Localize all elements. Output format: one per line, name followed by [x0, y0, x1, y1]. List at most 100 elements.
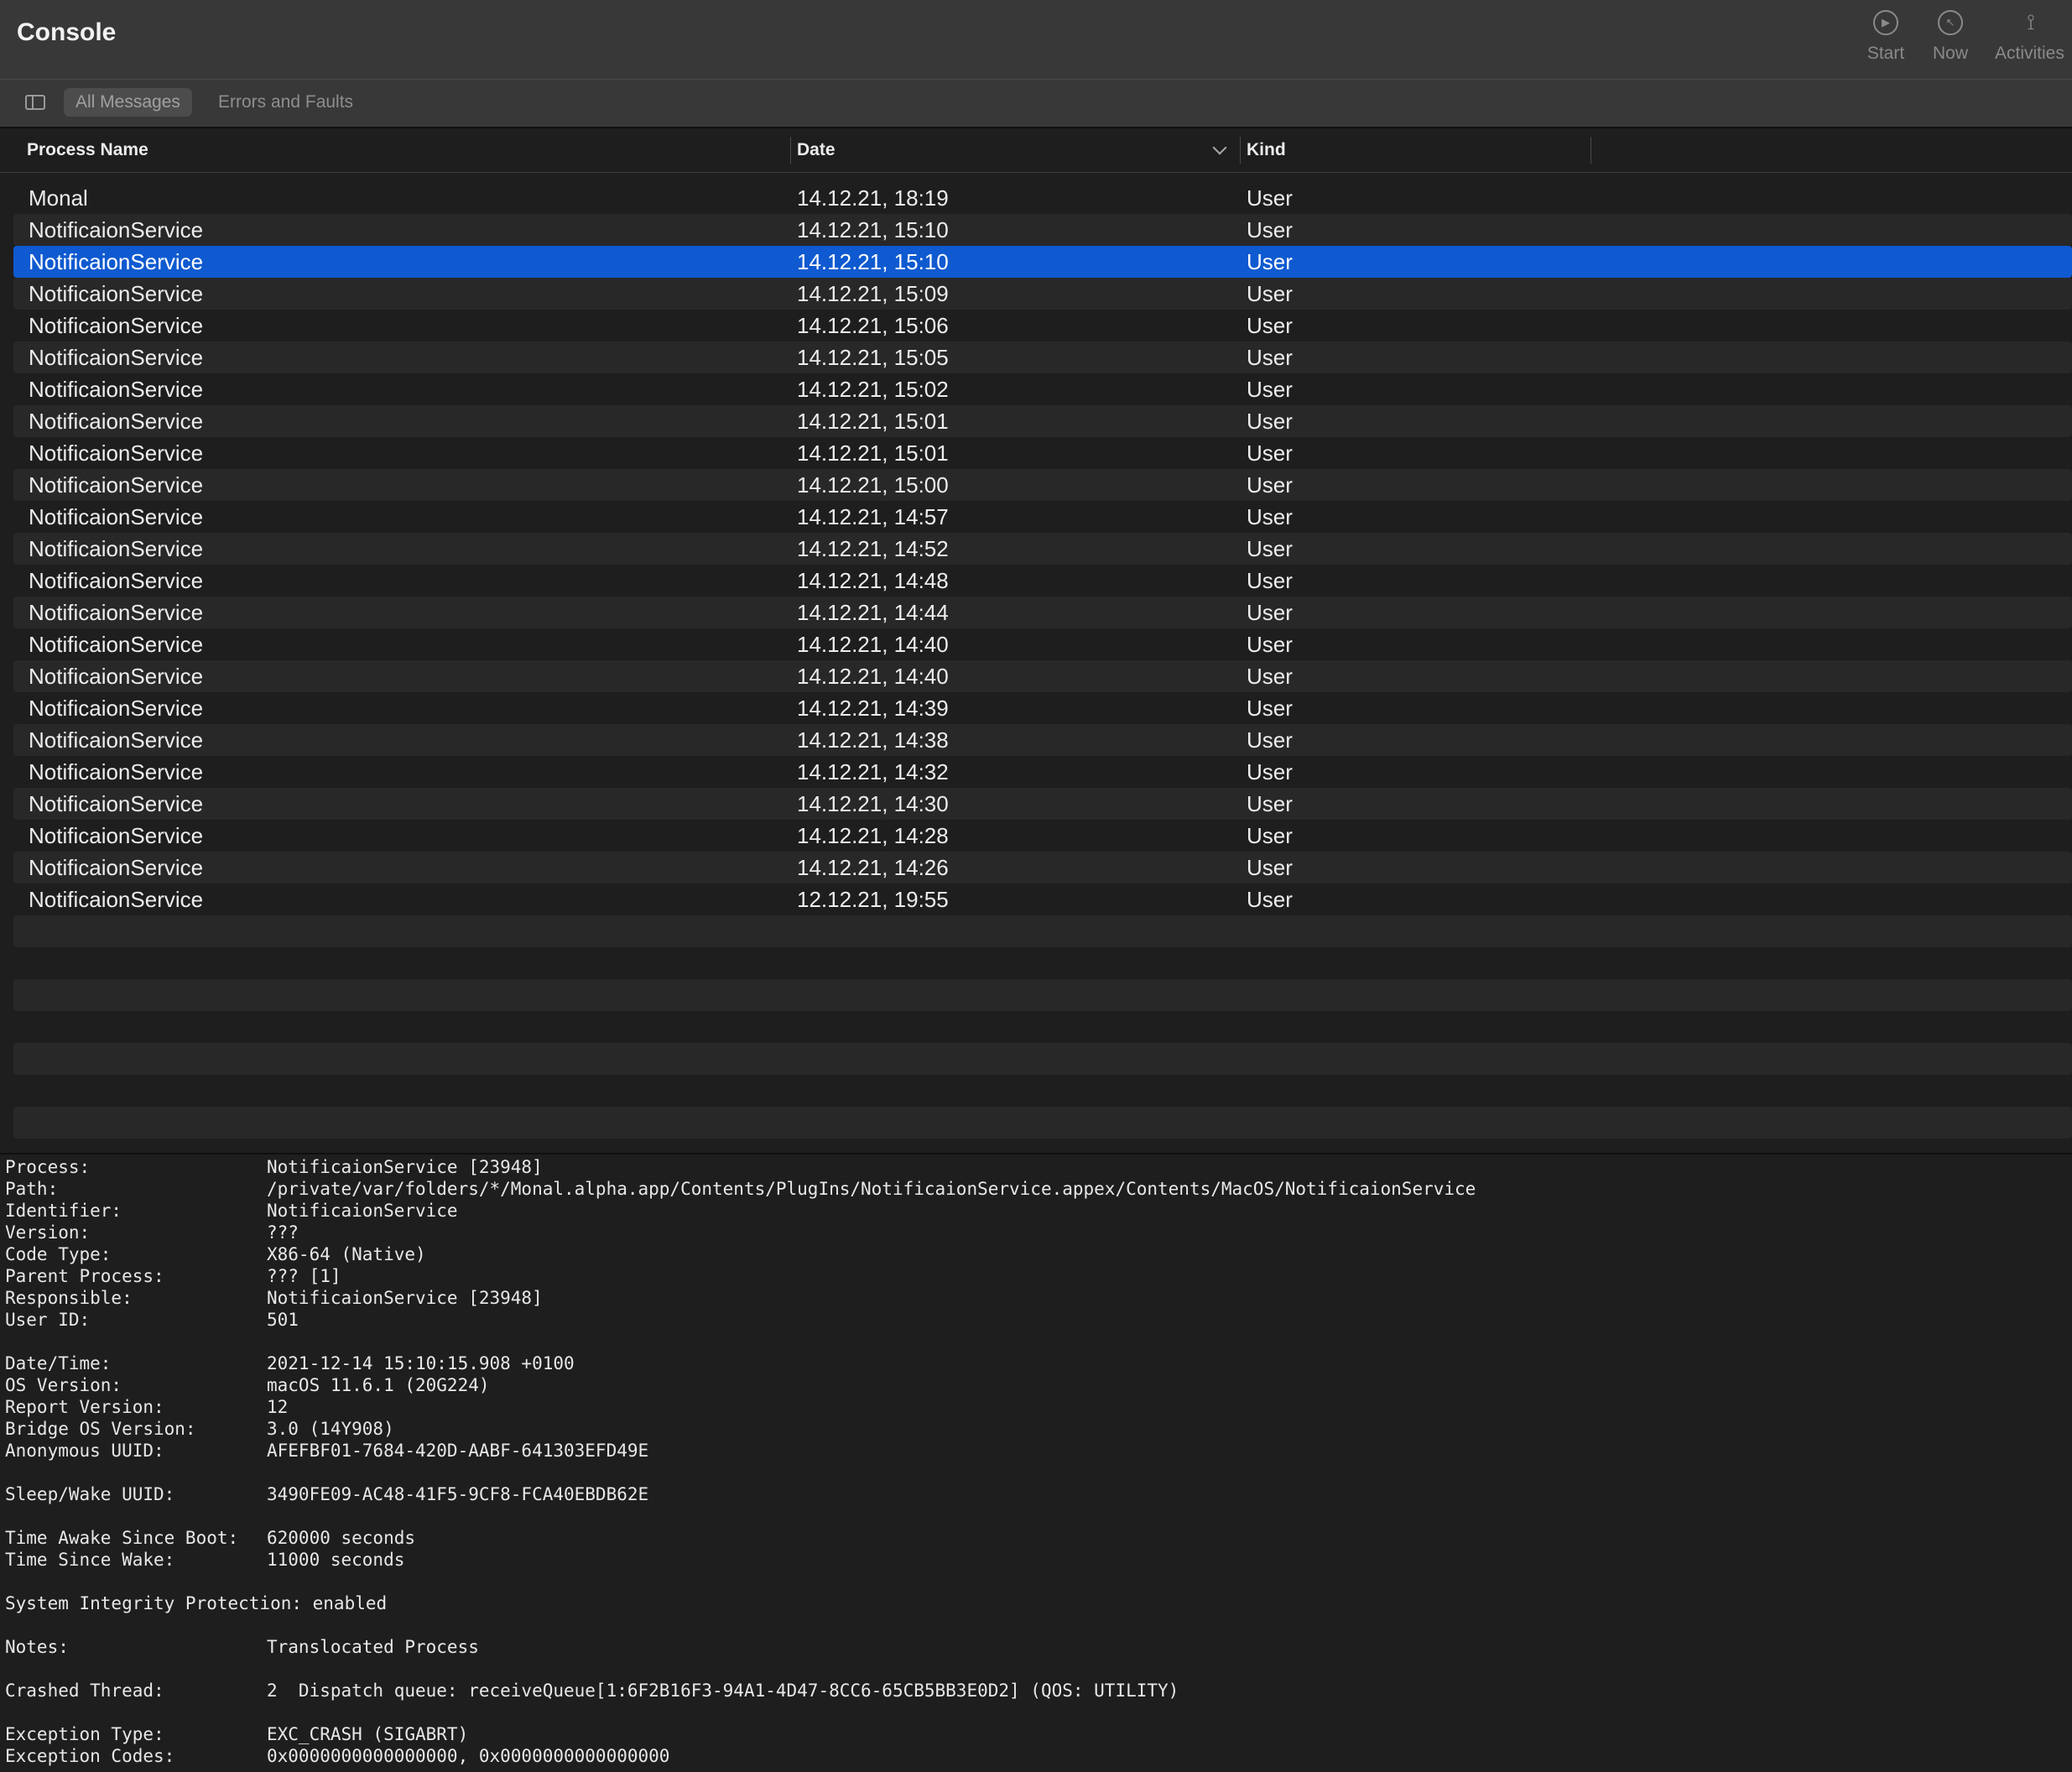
- detail-value: /private/var/folders/*/Monal.alpha.app/C…: [267, 1179, 1476, 1199]
- table-row[interactable]: NotificaionService 14.12.21, 14:32 User: [13, 756, 2072, 788]
- now-button[interactable]: ↖ Now: [1904, 10, 1997, 77]
- activities-button[interactable]: ⟟ Activities: [1988, 9, 2072, 77]
- detail-key: Anonymous UUID:: [5, 1441, 164, 1461]
- detail-key: Sleep/Wake UUID:: [5, 1484, 175, 1504]
- kind-cell: User: [1247, 727, 1293, 753]
- table-row[interactable]: NotificaionService 14.12.21, 15:10 User: [13, 246, 2072, 278]
- date-cell: 14.12.21, 15:10: [797, 217, 949, 242]
- table-row[interactable]: NotificaionService 14.12.21, 14:28 User: [13, 820, 2072, 852]
- table-row[interactable]: NotificaionService 14.12.21, 14:26 User: [13, 852, 2072, 883]
- column-date[interactable]: Date: [797, 128, 836, 172]
- detail-line: System Integrity Protection: enabled: [5, 1592, 2069, 1614]
- tab-all-messages[interactable]: All Messages: [64, 88, 192, 117]
- date-cell: 14.12.21, 14:40: [797, 632, 949, 657]
- table-row[interactable]: Monal 14.12.21, 18:19 User: [13, 182, 2072, 214]
- process-name-cell: NotificaionService: [29, 440, 204, 466]
- detail-key: Parent Process:: [5, 1266, 164, 1286]
- date-cell: 14.12.21, 14:52: [797, 536, 949, 561]
- table-row[interactable]: NotificaionService 14.12.21, 15:06 User: [13, 310, 2072, 341]
- table-row[interactable]: NotificaionService 14.12.21, 15:01 User: [13, 437, 2072, 469]
- table-row[interactable]: NotificaionService 14.12.21, 14:48 User: [13, 565, 2072, 597]
- detail-line: Sleep/Wake UUID: 3490FE09-AC48-41F5-9CF8-…: [5, 1483, 2069, 1505]
- column-divider[interactable]: [1590, 137, 1591, 164]
- table-row[interactable]: NotificaionService 14.12.21, 14:57 User: [13, 501, 2072, 533]
- kind-cell: User: [1247, 377, 1293, 402]
- table-row[interactable]: NotificaionService 14.12.21, 14:30 User: [13, 788, 2072, 820]
- process-name-cell: NotificaionService: [29, 727, 204, 753]
- detail-value: ??? [1]: [267, 1266, 341, 1286]
- date-cell: 14.12.21, 15:02: [797, 377, 949, 402]
- window-title: Console: [17, 18, 117, 46]
- date-cell: 14.12.21, 15:05: [797, 345, 949, 370]
- process-name-cell: NotificaionService: [29, 600, 204, 625]
- column-divider[interactable]: [1240, 137, 1241, 164]
- detail-value: 2 Dispatch queue: receiveQueue[1:6F2B16F…: [267, 1681, 1179, 1701]
- kind-cell: User: [1247, 568, 1293, 593]
- empty-row: [13, 915, 2072, 947]
- column-divider[interactable]: [790, 137, 791, 164]
- column-kind[interactable]: Kind: [1247, 128, 1286, 172]
- detail-key: Exception Type:: [5, 1724, 164, 1744]
- detail-value: NotificaionService: [267, 1201, 458, 1221]
- detail-line: Time Awake Since Boot: 620000 seconds: [5, 1527, 2069, 1549]
- process-name-cell: NotificaionService: [29, 504, 204, 529]
- table-row[interactable]: NotificaionService 14.12.21, 14:44 User: [13, 597, 2072, 628]
- toolbar: Console ▶ Start ↖ Now ⟟ Activities: [0, 0, 2072, 80]
- detail-value: X86-64 (Native): [267, 1244, 426, 1264]
- detail-value: 0x0000000000000000, 0x0000000000000000: [267, 1746, 670, 1766]
- detail-key: Bridge OS Version:: [5, 1419, 196, 1439]
- column-process-name[interactable]: Process Name: [27, 128, 148, 172]
- sort-chevron-icon[interactable]: [1212, 140, 1227, 155]
- detail-key: Version:: [5, 1222, 91, 1243]
- detail-key: Exception Codes:: [5, 1746, 175, 1766]
- kind-cell: User: [1247, 281, 1293, 306]
- process-name-cell: NotificaionService: [29, 568, 204, 593]
- sidebar-toggle-icon[interactable]: [25, 95, 45, 110]
- table-row[interactable]: NotificaionService 14.12.21, 14:40 User: [13, 660, 2072, 692]
- detail-key: Responsible:: [5, 1288, 133, 1308]
- process-name-cell: NotificaionService: [29, 409, 204, 434]
- detail-value: 11000 seconds: [267, 1550, 405, 1570]
- table-row[interactable]: NotificaionService 12.12.21, 19:55 User: [13, 883, 2072, 915]
- date-cell: 14.12.21, 15:00: [797, 472, 949, 498]
- process-name-cell: NotificaionService: [29, 664, 204, 689]
- detail-line: Responsible: NotificaionService [23948]: [5, 1287, 2069, 1309]
- table-row[interactable]: NotificaionService 14.12.21, 15:10 User: [13, 214, 2072, 246]
- empty-row: [13, 1043, 2072, 1075]
- table-row[interactable]: NotificaionService 14.12.21, 15:01 User: [13, 405, 2072, 437]
- detail-key: User ID:: [5, 1310, 91, 1330]
- tab-errors-and-faults[interactable]: Errors and Faults: [206, 88, 365, 117]
- detail-key: Crashed Thread:: [5, 1681, 164, 1701]
- detail-line: Code Type: X86-64 (Native): [5, 1243, 2069, 1265]
- kind-cell: User: [1247, 409, 1293, 434]
- table-row[interactable]: NotificaionService 14.12.21, 15:09 User: [13, 278, 2072, 310]
- detail-key: Report Version:: [5, 1397, 164, 1417]
- table-row[interactable]: NotificaionService 14.12.21, 14:52 User: [13, 533, 2072, 565]
- date-cell: 14.12.21, 14:57: [797, 504, 949, 529]
- table-row[interactable]: NotificaionService 14.12.21, 15:00 User: [13, 469, 2072, 501]
- play-icon: ▶: [1873, 10, 1898, 35]
- process-name-cell: NotificaionService: [29, 823, 204, 848]
- table-row[interactable]: NotificaionService 14.12.21, 15:05 User: [13, 341, 2072, 373]
- activities-icon: ⟟: [2027, 9, 2035, 34]
- kind-cell: User: [1247, 504, 1293, 529]
- table-row[interactable]: NotificaionService 14.12.21, 15:02 User: [13, 373, 2072, 405]
- table-row[interactable]: NotificaionService 14.12.21, 14:40 User: [13, 628, 2072, 660]
- pane-divider[interactable]: [0, 1153, 2072, 1154]
- process-name-cell: NotificaionService: [29, 472, 204, 498]
- kind-cell: User: [1247, 855, 1293, 880]
- detail-line: Identifier: NotificaionService: [5, 1200, 2069, 1222]
- detail-value: 501: [267, 1310, 299, 1330]
- process-name-cell: Monal: [29, 185, 88, 211]
- table-row[interactable]: NotificaionService 14.12.21, 14:39 User: [13, 692, 2072, 724]
- date-cell: 14.12.21, 15:01: [797, 409, 949, 434]
- date-cell: 14.12.21, 18:19: [797, 185, 949, 211]
- table-row[interactable]: NotificaionService 14.12.21, 14:38 User: [13, 724, 2072, 756]
- activities-label: Activities: [1995, 44, 2064, 63]
- process-name-cell: NotificaionService: [29, 759, 204, 784]
- detail-value: ???: [267, 1222, 299, 1243]
- process-name-cell: NotificaionService: [29, 249, 204, 274]
